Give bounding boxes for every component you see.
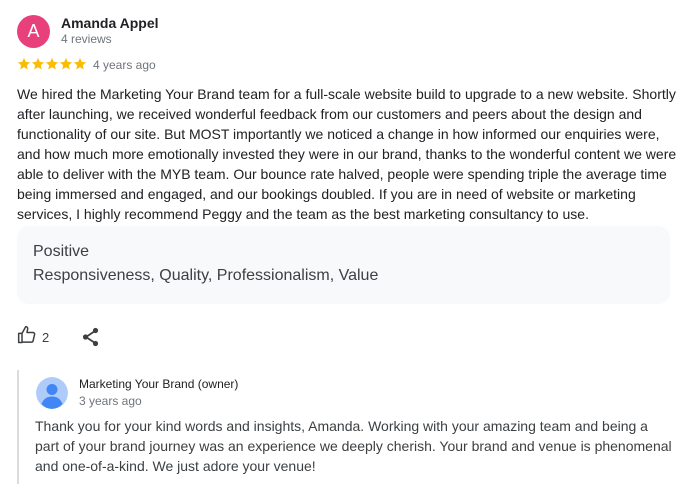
owner-response-time: 3 years ago bbox=[79, 394, 142, 408]
author-name[interactable]: Amanda Appel bbox=[61, 15, 159, 31]
star-icon bbox=[73, 58, 87, 70]
share-button[interactable] bbox=[81, 325, 101, 354]
star-rating bbox=[17, 57, 87, 71]
share-icon bbox=[81, 327, 101, 353]
star-icon bbox=[45, 58, 59, 70]
review-attributes-card: Positive Responsiveness, Quality, Profes… bbox=[17, 226, 670, 304]
owner-avatar bbox=[36, 377, 68, 409]
attributes-values: Responsiveness, Quality, Professionalism… bbox=[33, 267, 379, 284]
owner-response-text: Thank you for your kind words and insigh… bbox=[35, 418, 672, 474]
author-avatar[interactable]: A bbox=[17, 15, 50, 48]
owner-name: Marketing Your Brand (owner) bbox=[79, 377, 239, 391]
owner-response: Marketing Your Brand (owner) 3 years ago… bbox=[17, 370, 677, 484]
attributes-title: Positive bbox=[33, 243, 90, 260]
review-text: We hired the Marketing Your Brand team f… bbox=[17, 86, 677, 222]
star-icon bbox=[59, 58, 73, 70]
review-time: 4 years ago bbox=[93, 58, 156, 72]
like-count: 2 bbox=[42, 330, 50, 345]
star-icon bbox=[31, 58, 45, 70]
star-icon bbox=[17, 58, 31, 70]
thumb-up-icon bbox=[17, 325, 37, 350]
like-button[interactable]: 2 bbox=[17, 325, 49, 350]
author-initial: A bbox=[27, 21, 40, 41]
author-review-count: 4 reviews bbox=[61, 32, 112, 46]
person-icon bbox=[36, 377, 68, 409]
review-card: A Amanda Appel 4 reviews 4 years ago We … bbox=[0, 0, 689, 499]
